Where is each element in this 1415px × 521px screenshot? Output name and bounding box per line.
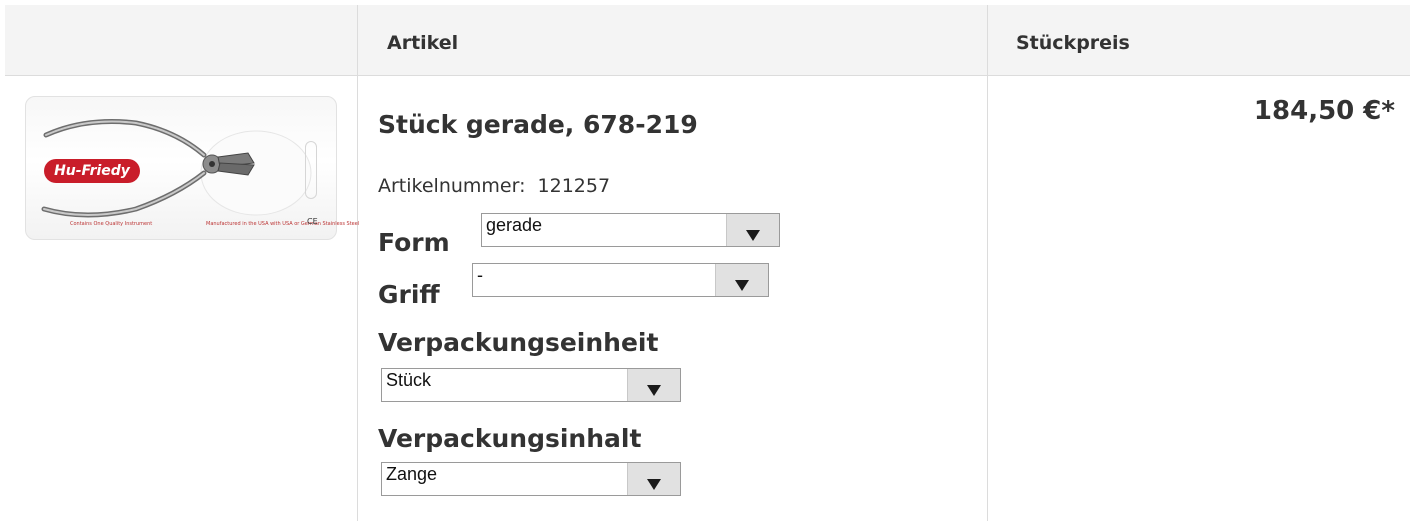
verpackungsinhalt-select[interactable]: Zange — [381, 462, 681, 496]
griff-select-button[interactable] — [715, 264, 768, 296]
header-unit-price: Stückpreis — [1016, 32, 1130, 54]
chevron-down-icon — [647, 385, 661, 396]
verpackungseinheit-select[interactable]: Stück — [381, 368, 681, 402]
chevron-down-icon — [647, 479, 661, 490]
product-image[interactable]: Hu-Friedy Contains One Quality Instrumen… — [25, 96, 359, 240]
table-header: Artikel Stückpreis — [5, 5, 1410, 75]
option-label-verpackungseinheit: Verpackungseinheit — [378, 328, 659, 357]
product-title[interactable]: Stück gerade, 678-219 — [378, 110, 698, 139]
griff-select-value: - — [477, 265, 483, 285]
article-number-row: Artikelnummer: 121257 — [378, 175, 610, 197]
ce-mark: CE — [307, 217, 318, 226]
hang-slot — [305, 141, 317, 199]
header-divider — [5, 75, 1410, 76]
brand-logo: Hu-Friedy — [44, 159, 140, 183]
option-label-griff: Griff — [378, 280, 440, 309]
chevron-down-icon — [746, 230, 760, 241]
verpackungsinhalt-select-value: Zange — [386, 464, 438, 484]
form-select-button[interactable] — [726, 214, 779, 246]
package-fineprint-right: Manufactured in the USA with USA or Germ… — [206, 221, 360, 227]
griff-select[interactable]: - — [472, 263, 769, 297]
verpackungseinheit-select-button[interactable] — [627, 369, 680, 401]
form-select-value: gerade — [486, 215, 543, 235]
article-number-label: Artikelnummer: — [378, 175, 526, 197]
package-fineprint-left: Contains One Quality Instrument — [70, 221, 153, 227]
cart-table: Artikel Stückpreis Hu-Friedy Contains On… — [0, 0, 1415, 521]
column-divider-1 — [357, 5, 358, 521]
column-divider-2 — [987, 5, 988, 521]
chevron-down-icon — [735, 280, 749, 291]
article-number-value: 121257 — [537, 175, 611, 197]
form-select[interactable]: gerade — [481, 213, 780, 247]
option-label-form: Form — [378, 228, 450, 257]
verpackungseinheit-select-value: Stück — [386, 370, 432, 390]
verpackungsinhalt-select-button[interactable] — [627, 463, 680, 495]
unit-price: 184,50 €* — [1253, 96, 1395, 126]
header-article: Artikel — [387, 32, 459, 54]
option-label-verpackungsinhalt: Verpackungsinhalt — [378, 424, 642, 453]
